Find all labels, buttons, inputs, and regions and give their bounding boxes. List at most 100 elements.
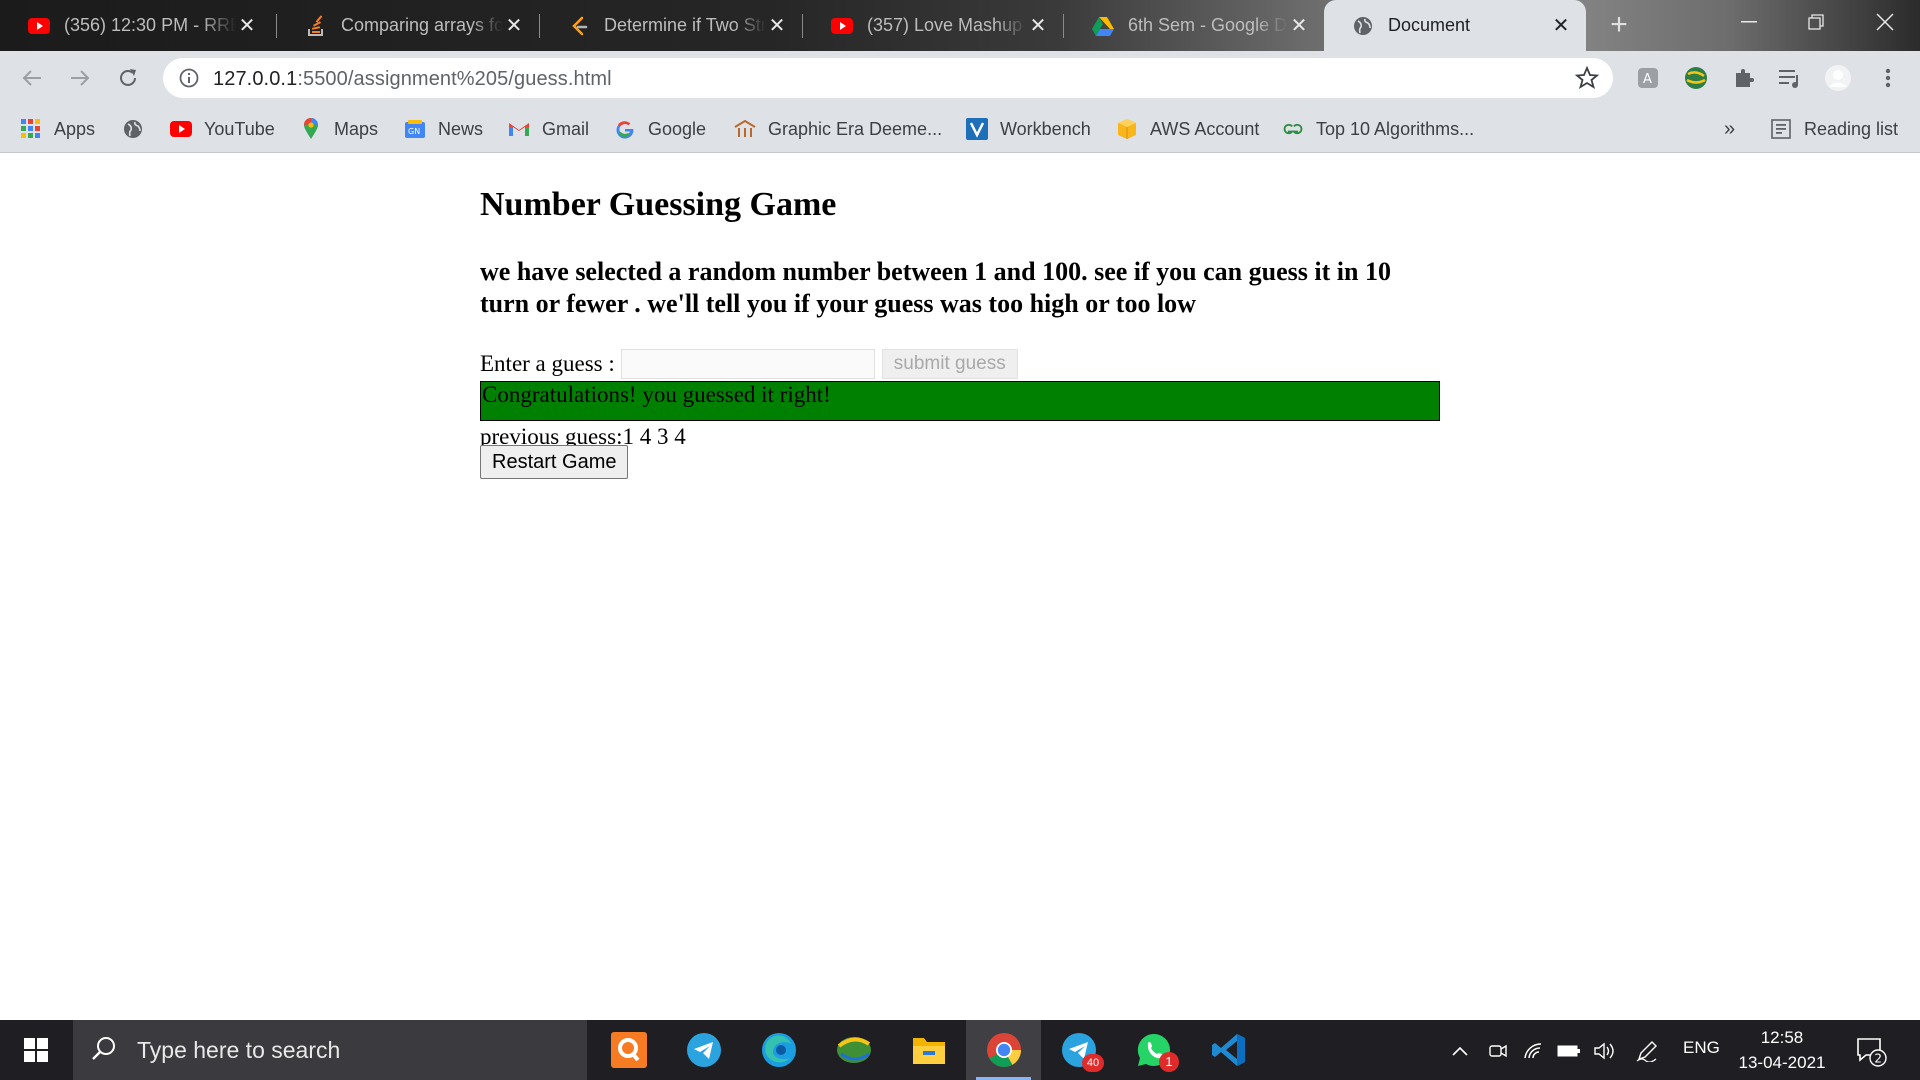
tab-document[interactable]: Document ✕ xyxy=(1324,0,1586,51)
windows-start-icon[interactable] xyxy=(0,1020,72,1080)
telegram-desktop-icon[interactable]: 40 xyxy=(1041,1020,1116,1080)
guess-form: Enter a guess : submit guess xyxy=(480,348,1018,380)
reading-list-label: Reading list xyxy=(1804,118,1899,139)
globe-icon xyxy=(1352,15,1374,37)
restart-game-button[interactable]: Restart Game xyxy=(480,445,629,479)
notification-count: 2 xyxy=(1874,1051,1882,1065)
close-icon[interactable]: ✕ xyxy=(1027,13,1049,38)
bookmark-label: YouTube xyxy=(204,118,275,139)
tab-determine-strings[interactable]: Determine if Two Str ✕ xyxy=(540,0,802,51)
bookmark-youtube[interactable]: YouTube xyxy=(170,115,275,143)
bookmark-gmail[interactable]: Gmail xyxy=(508,115,589,143)
tab-google-drive[interactable]: 6th Sem - Google Dr ✕ xyxy=(1064,0,1324,51)
qbittorrent-icon[interactable] xyxy=(591,1020,666,1080)
close-icon[interactable]: ✕ xyxy=(1550,13,1572,38)
taskbar-clock[interactable]: 12:58 13-04-2021 xyxy=(1738,1025,1826,1075)
submit-guess-button[interactable]: submit guess xyxy=(881,349,1018,379)
tab-title: Determine if Two Str xyxy=(604,15,766,35)
bookmark-aws[interactable]: AWS Account xyxy=(1116,115,1259,143)
result-message: Congratulations! you guessed it right! xyxy=(480,381,1440,421)
profile-avatar-icon[interactable] xyxy=(1824,64,1852,92)
extensions-puzzle-icon[interactable] xyxy=(1730,64,1758,92)
close-icon[interactable]: ✕ xyxy=(766,13,788,38)
university-icon xyxy=(734,118,756,140)
pen-workspace-icon[interactable] xyxy=(1634,1038,1660,1064)
file-explorer-icon[interactable] xyxy=(891,1020,966,1080)
svg-text:GN: GN xyxy=(408,127,420,136)
bookmark-label: Gmail xyxy=(542,118,590,139)
reload-icon[interactable] xyxy=(112,62,144,94)
guess-input[interactable] xyxy=(620,349,875,379)
reading-list-button[interactable]: Reading list xyxy=(1770,115,1898,143)
new-tab-button[interactable]: + xyxy=(1604,10,1634,40)
edge-icon[interactable] xyxy=(741,1020,816,1080)
telegram-icon[interactable] xyxy=(666,1020,741,1080)
tab-comparing-arrays[interactable]: Comparing arrays for ✕ xyxy=(277,0,539,51)
forward-arrow-icon[interactable] xyxy=(64,62,96,94)
google-icon xyxy=(614,118,636,140)
tab-youtube-rre[interactable]: (356) 12:30 PM - RRE ✕ xyxy=(0,0,272,51)
bookmark-maps[interactable]: Maps xyxy=(300,115,378,143)
back-arrow-icon[interactable] xyxy=(16,62,48,94)
search-placeholder: Type here to search xyxy=(137,1036,341,1063)
bookmark-news[interactable]: GN News xyxy=(404,115,483,143)
youtube-icon xyxy=(170,118,192,140)
google-drive-icon xyxy=(1092,15,1114,37)
close-icon[interactable]: ✕ xyxy=(236,13,258,38)
chrome-icon[interactable] xyxy=(966,1020,1041,1080)
aws-cube-icon xyxy=(1116,118,1138,140)
vscode-icon[interactable] xyxy=(1191,1020,1266,1080)
bookmark-google[interactable]: Google xyxy=(614,115,706,143)
taskbar-search-box[interactable]: Type here to search xyxy=(73,1020,587,1080)
leetcode-icon xyxy=(568,15,590,37)
bookmarks-overflow-button[interactable]: » xyxy=(1724,115,1735,143)
bookmark-top-algorithms[interactable]: Top 10 Algorithms... xyxy=(1282,115,1474,143)
input-language[interactable]: ENG xyxy=(1683,1038,1720,1058)
address-bar[interactable]: 127.0.0.1:5500/assignment%205/guess.html xyxy=(163,58,1613,98)
media-queue-icon[interactable] xyxy=(1776,64,1804,92)
bookmark-workbench[interactable]: Workbench xyxy=(966,115,1091,143)
internet-download-manager-icon[interactable] xyxy=(816,1020,891,1080)
bookmark-star-icon[interactable] xyxy=(1574,65,1600,95)
tab-title: 6th Sem - Google Dr xyxy=(1128,15,1288,35)
wifi-icon[interactable] xyxy=(1521,1038,1547,1064)
extension-globe-icon[interactable] xyxy=(1682,64,1710,92)
clock-time: 12:58 xyxy=(1760,1028,1804,1047)
show-hidden-icons-chevron[interactable] xyxy=(1447,1038,1473,1064)
whatsapp-unread-badge: 1 xyxy=(1159,1052,1179,1072)
close-icon[interactable]: ✕ xyxy=(1288,13,1310,38)
search-icon xyxy=(91,1035,117,1066)
bookmark-apps[interactable]: Apps xyxy=(20,115,95,143)
restore-window-icon[interactable] xyxy=(1781,0,1851,44)
browser-toolbar: 127.0.0.1:5500/assignment%205/guess.html… xyxy=(0,51,1920,105)
notification-center-icon[interactable]: 2 xyxy=(1854,1034,1888,1068)
globe-icon xyxy=(122,118,144,140)
extension-fonts-icon[interactable]: A xyxy=(1634,64,1662,92)
game-instructions: we have selected a random number between… xyxy=(480,257,1391,318)
bookmark-label: AWS Account xyxy=(1150,118,1260,139)
news-icon: GN xyxy=(404,118,426,140)
youtube-icon xyxy=(28,15,50,37)
volume-icon[interactable] xyxy=(1592,1038,1618,1064)
gmail-icon xyxy=(508,118,530,140)
maps-pin-icon xyxy=(300,118,322,140)
close-icon[interactable]: ✕ xyxy=(503,13,525,38)
bookmark-label: Top 10 Algorithms... xyxy=(1316,118,1475,139)
meet-now-icon[interactable] xyxy=(1485,1038,1511,1064)
windows-taskbar: Type here to search 40 1 ENG 12:58 13-04… xyxy=(0,1020,1920,1080)
bookmark-graphic-era[interactable]: Graphic Era Deeme... xyxy=(734,115,942,143)
close-window-icon[interactable] xyxy=(1850,0,1920,44)
page-content: Number Guessing Game we have selected a … xyxy=(0,154,1920,1020)
battery-icon[interactable] xyxy=(1556,1038,1582,1064)
minimize-window-icon[interactable] xyxy=(1714,0,1784,44)
browser-menu-icon[interactable] xyxy=(1874,64,1902,92)
tab-title: (356) 12:30 PM - RRE xyxy=(64,15,236,35)
bookmark-label: News xyxy=(438,118,484,139)
url-text[interactable]: 127.0.0.1:5500/assignment%205/guess.html xyxy=(213,68,612,91)
site-info-icon[interactable] xyxy=(179,68,199,93)
tab-love-mashup[interactable]: (357) Love Mashup H ✕ xyxy=(803,0,1063,51)
bookmark-label: Google xyxy=(648,118,707,139)
tab-title: (357) Love Mashup H xyxy=(867,15,1027,35)
bookmark-globe[interactable] xyxy=(122,115,156,143)
whatsapp-icon[interactable]: 1 xyxy=(1116,1020,1191,1080)
